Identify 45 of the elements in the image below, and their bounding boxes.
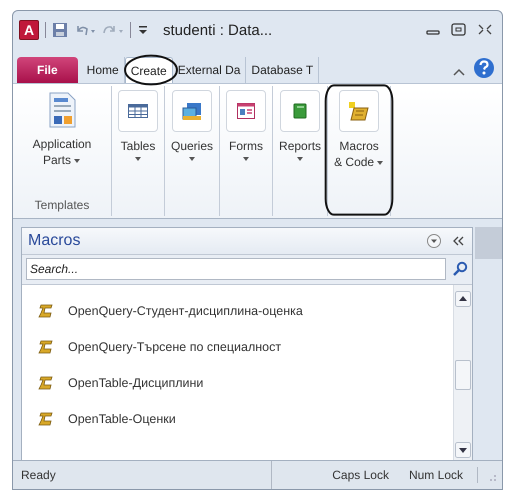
- ribbon-tab[interactable]: File: [17, 57, 78, 83]
- group-label: Templates: [34, 198, 90, 212]
- table-icon: [128, 104, 148, 118]
- form-icon: [237, 103, 256, 119]
- macro-icon: [38, 303, 54, 319]
- search-field[interactable]: Search...: [26, 258, 446, 280]
- collapse-pane-icon[interactable]: [452, 235, 466, 247]
- resize-grip-icon[interactable]: [477, 467, 498, 483]
- caret-icon: [296, 156, 304, 162]
- status-indicator: Caps Lock: [331, 468, 390, 482]
- report-icon: [293, 103, 308, 119]
- caret-icon: [376, 160, 384, 166]
- macro-list-item[interactable]: OpenQuery-Търсене по специалност: [68, 340, 282, 354]
- window-title: studenti : Data...: [163, 22, 272, 38]
- query-icon: [182, 102, 202, 120]
- search-icon[interactable]: [452, 261, 468, 277]
- macro-list-item[interactable]: OpenQuery-Студент-дисциплина-оценка: [68, 304, 303, 318]
- macro-icon: [38, 339, 54, 355]
- caret-icon: [242, 156, 250, 162]
- help-icon[interactable]: [473, 57, 495, 79]
- macro-icon: [38, 411, 54, 427]
- dropdown-icon[interactable]: [426, 233, 442, 249]
- scrollbar[interactable]: [453, 285, 472, 460]
- ribbon-button[interactable]: Application Parts: [30, 90, 94, 168]
- status-indicator: Num Lock: [408, 468, 464, 482]
- undo-icon[interactable]: [74, 23, 96, 37]
- caret-icon: [188, 156, 196, 162]
- status-text: Ready: [20, 468, 57, 482]
- macro-list-item[interactable]: OpenTable-Дисциплини: [68, 376, 204, 390]
- scroll-up-icon[interactable]: [455, 291, 471, 307]
- scroll-thumb[interactable]: [475, 227, 502, 259]
- app-logo: A: [19, 20, 39, 40]
- macro-list-item[interactable]: OpenTable-Оценки: [68, 412, 176, 426]
- scroll-thumb[interactable]: [455, 360, 471, 390]
- scroll-down-icon[interactable]: [455, 442, 471, 458]
- caret-icon: [134, 156, 142, 162]
- ribbon-button[interactable]: Queries: [168, 90, 216, 162]
- ribbon-button[interactable]: Reports: [276, 90, 324, 162]
- customize-icon[interactable]: [137, 23, 149, 37]
- scroll-icon: [348, 101, 370, 121]
- save-icon[interactable]: [52, 22, 68, 38]
- pane-title: Macros: [28, 232, 82, 250]
- caret-icon: [73, 158, 81, 164]
- macro-icon: [38, 375, 54, 391]
- document-icon: [47, 92, 77, 128]
